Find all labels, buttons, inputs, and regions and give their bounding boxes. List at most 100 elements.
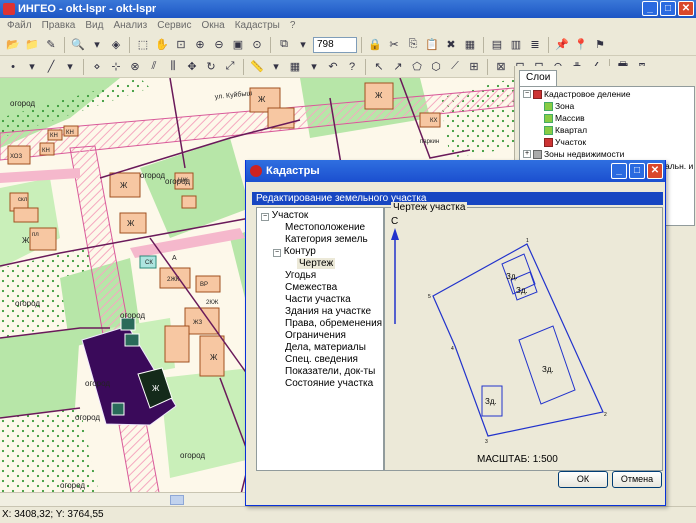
help-cursor-icon[interactable]: ? xyxy=(343,58,361,76)
table-icon[interactable]: ▤ xyxy=(488,36,506,54)
copy-icon[interactable]: ⎘ xyxy=(404,36,422,54)
tree-item-rights[interactable]: Права, обременения xyxy=(285,318,382,329)
tab-layers[interactable]: Слои xyxy=(519,70,558,86)
pin-remove-icon[interactable]: ⚑ xyxy=(591,36,609,54)
properties-icon[interactable]: ▦ xyxy=(461,36,479,54)
maximize-button[interactable]: □ xyxy=(660,1,676,16)
pan-icon[interactable]: ✋ xyxy=(153,36,171,54)
menu-service[interactable]: Сервис xyxy=(152,18,196,34)
open-folder-icon[interactable]: 📂 xyxy=(4,36,22,54)
chevron-down-icon[interactable]: ▾ xyxy=(267,58,285,76)
scale-object-icon[interactable]: ⤢ xyxy=(221,58,239,76)
zoom-window-icon[interactable]: ⊡ xyxy=(172,36,190,54)
tree-item-buildings[interactable]: Здания на участке xyxy=(285,306,371,317)
chevron-down-icon[interactable]: ▾ xyxy=(88,36,106,54)
layer-item-cadastral[interactable]: − Кадастровое деление xyxy=(523,89,630,99)
tree-item-cases[interactable]: Дела, материалы xyxy=(285,342,366,353)
select-poly-icon[interactable]: ⬠ xyxy=(408,58,426,76)
search-icon[interactable]: 🔍 xyxy=(69,36,87,54)
scrollbar-thumb[interactable] xyxy=(170,495,184,505)
zoom-out-icon[interactable]: ⊖ xyxy=(210,36,228,54)
minimize-button[interactable]: _ xyxy=(642,1,658,16)
expander-icon[interactable]: − xyxy=(261,213,269,221)
draw-point-icon[interactable]: • xyxy=(4,58,22,76)
grid-icon[interactable]: ▥ xyxy=(507,36,525,54)
tree-item-state[interactable]: Состояние участка xyxy=(285,378,373,389)
expander-icon[interactable]: − xyxy=(273,249,281,257)
menu-windows[interactable]: Окна xyxy=(196,18,229,34)
node-add-icon[interactable]: ⊹ xyxy=(107,58,125,76)
move-icon[interactable]: ✥ xyxy=(183,58,201,76)
menu-analysis[interactable]: Анализ xyxy=(108,18,152,34)
cancel-button[interactable]: Отмена xyxy=(612,471,662,488)
node-edit-icon[interactable]: ⋄ xyxy=(88,58,106,76)
zoom-input[interactable]: 798 xyxy=(313,36,357,53)
layer-item-kvartal[interactable]: Квартал xyxy=(544,125,587,135)
map-label-kh: КХ xyxy=(430,118,438,124)
dialog-app-icon xyxy=(250,165,262,177)
layer-item-massiv[interactable]: Массив xyxy=(544,113,585,123)
select-line-icon[interactable]: ⟋ xyxy=(446,58,464,76)
dialog-maximize-button[interactable]: □ xyxy=(629,163,645,179)
tree-item-restrictions[interactable]: Ограничения xyxy=(285,330,346,341)
merge-icon[interactable]: ⫼ xyxy=(164,58,182,76)
pointer-icon[interactable]: ↖ xyxy=(370,58,388,76)
layer-item-uchastok[interactable]: Участок xyxy=(544,137,586,147)
select-area-icon[interactable]: ⬡ xyxy=(427,58,445,76)
close-button[interactable]: ✕ xyxy=(678,1,694,16)
tree-item-special-info[interactable]: Спец. сведения xyxy=(285,354,358,365)
tree-item-contour[interactable]: − Контур xyxy=(273,246,316,257)
zoom-extent-icon[interactable]: ▣ xyxy=(229,36,247,54)
folder-icon[interactable]: 📁 xyxy=(23,36,41,54)
dialog-close-button[interactable]: ✕ xyxy=(647,163,663,179)
expander-icon[interactable]: − xyxy=(523,90,531,98)
zoom-in-icon[interactable]: ⊕ xyxy=(191,36,209,54)
rotate-icon[interactable]: ↻ xyxy=(202,58,220,76)
scale-icon[interactable]: ⧉ xyxy=(275,36,293,54)
select-rect-icon[interactable]: ⬚ xyxy=(134,36,152,54)
draw-line-icon[interactable]: ╱ xyxy=(42,58,60,76)
undo-icon[interactable]: ↶ xyxy=(324,58,342,76)
vertex-label-2: 2 xyxy=(604,412,607,418)
tree-item-lands[interactable]: Угодья xyxy=(285,270,316,281)
layer-item-zone[interactable]: Зона xyxy=(544,101,574,111)
split-icon[interactable]: ⫽ xyxy=(145,58,163,76)
tree-item-parts[interactable]: Части участка xyxy=(285,294,351,305)
menu-edit[interactable]: Правка xyxy=(37,18,81,34)
menu-view[interactable]: Вид xyxy=(80,18,108,34)
chevron-down-icon[interactable]: ▾ xyxy=(305,58,323,76)
zoom-prev-icon[interactable]: ⊙ xyxy=(248,36,266,54)
ruler-icon[interactable]: 📏 xyxy=(248,58,266,76)
lock-icon[interactable]: 🔒 xyxy=(366,36,384,54)
layer-icon[interactable]: ◈ xyxy=(107,36,125,54)
tree-item-location[interactable]: Местоположение xyxy=(285,222,365,233)
dialog-minimize-button[interactable]: _ xyxy=(611,163,627,179)
pin-add-icon[interactable]: 📍 xyxy=(572,36,590,54)
layer-item-real-estate-zones[interactable]: + Зоны недвижимости xyxy=(523,149,624,159)
cut-icon[interactable]: ✂ xyxy=(385,36,403,54)
edit-icon[interactable]: ✎ xyxy=(42,36,60,54)
delete-icon[interactable]: ✖ xyxy=(442,36,460,54)
report-icon[interactable]: ≣ xyxy=(526,36,544,54)
chevron-down-icon[interactable]: ▾ xyxy=(294,36,312,54)
node-delete-icon[interactable]: ⊗ xyxy=(126,58,144,76)
tree-item-indicators[interactable]: Показатели, док-ты xyxy=(285,366,375,377)
ok-button[interactable]: ОК xyxy=(558,471,608,488)
table-icon[interactable]: ▦ xyxy=(286,58,304,76)
menu-cadastre[interactable]: Кадастры xyxy=(230,18,285,34)
menu-file[interactable]: Файл xyxy=(2,18,37,34)
tree-item-drawing[interactable]: Чертеж xyxy=(297,258,336,269)
expander-icon[interactable]: + xyxy=(523,150,531,158)
tree-item-adjacency[interactable]: Смежества xyxy=(285,282,337,293)
pin-icon[interactable]: 📌 xyxy=(553,36,571,54)
chevron-down-icon[interactable]: ▾ xyxy=(23,58,41,76)
select-all-icon[interactable]: ⊞ xyxy=(465,58,483,76)
chevron-down-icon[interactable]: ▾ xyxy=(61,58,79,76)
tree-item-land-category[interactable]: Категория земель xyxy=(285,234,368,245)
pointer-add-icon[interactable]: ↗ xyxy=(389,58,407,76)
tree-item-parcel[interactable]: − Участок xyxy=(261,210,308,221)
menu-help[interactable]: ? xyxy=(285,18,301,34)
paste-icon[interactable]: 📋 xyxy=(423,36,441,54)
snap-icon[interactable]: ⊠ xyxy=(492,58,510,76)
panel-label: Чертеж участка xyxy=(391,202,468,213)
